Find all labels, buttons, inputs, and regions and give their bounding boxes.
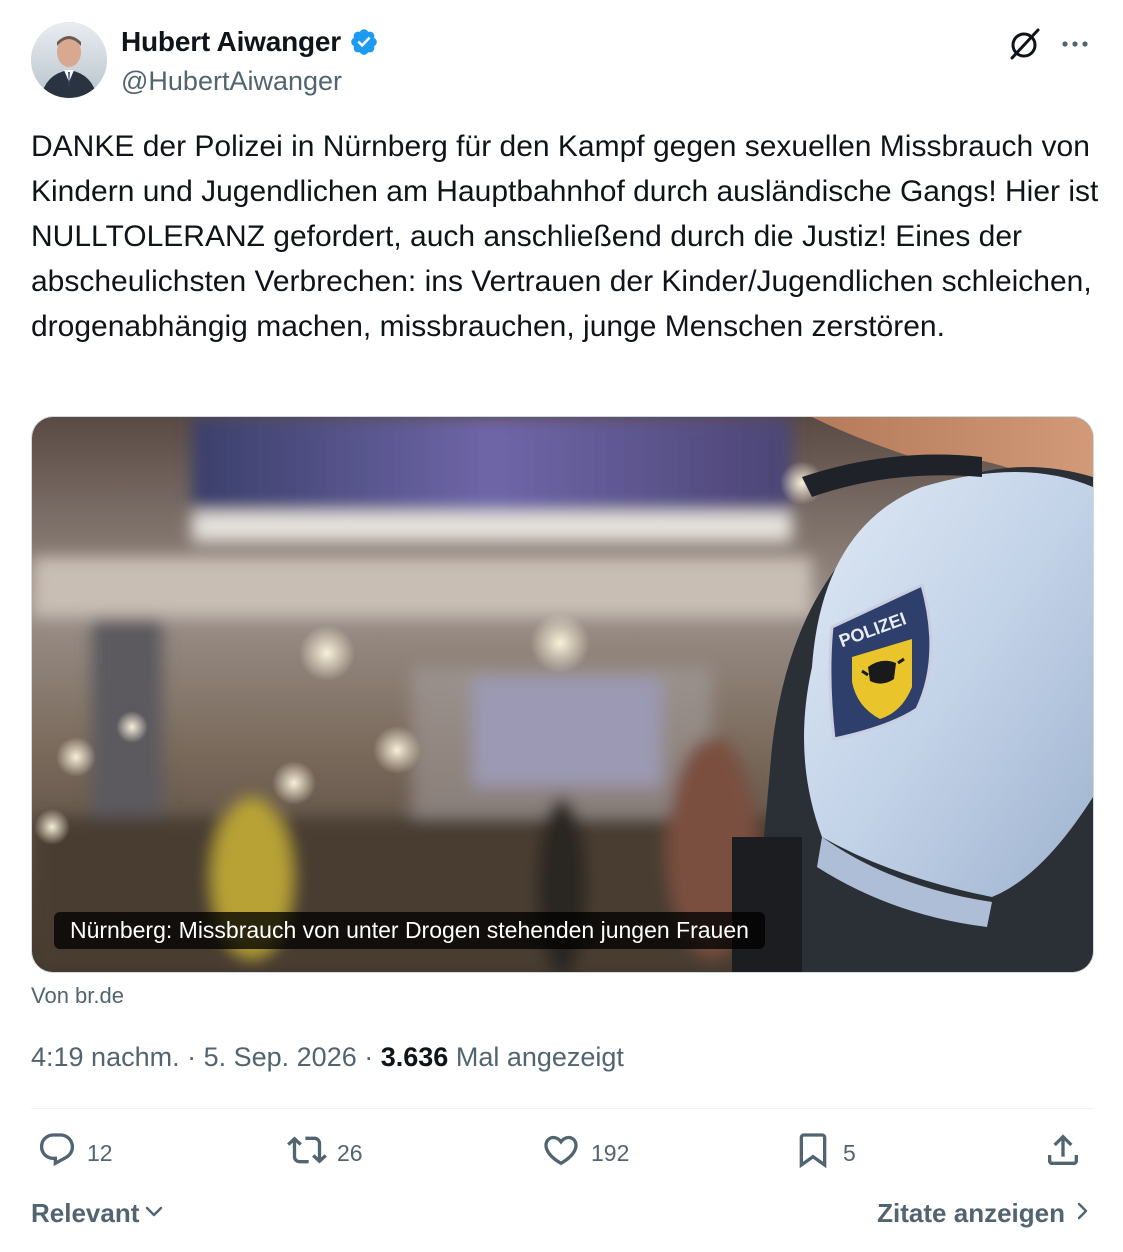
reply-button[interactable]: 12 bbox=[37, 1130, 113, 1176]
card-source[interactable]: Von br.de bbox=[31, 983, 124, 1009]
tweet-time[interactable]: 4:19 nachm. bbox=[31, 1042, 180, 1072]
repost-icon bbox=[287, 1130, 327, 1176]
share-button[interactable] bbox=[1043, 1130, 1083, 1176]
reply-icon bbox=[37, 1130, 77, 1176]
meta-separator: · bbox=[356, 1042, 381, 1072]
heart-icon bbox=[541, 1130, 581, 1176]
link-card[interactable]: POLIZEI Nürnberg: Missbrauch von unter D… bbox=[31, 416, 1094, 973]
reply-count: 12 bbox=[87, 1139, 113, 1166]
repost-button[interactable]: 26 bbox=[287, 1130, 363, 1176]
avatar[interactable] bbox=[31, 22, 107, 98]
grok-icon[interactable] bbox=[1007, 26, 1043, 62]
view-quotes-link[interactable]: Zitate anzeigen bbox=[877, 1198, 1091, 1229]
card-image: POLIZEI bbox=[32, 417, 1093, 972]
action-bar: 12 26 192 5 bbox=[31, 1130, 1093, 1180]
tweet-header: Hubert Aiwanger @HubertAiwanger bbox=[31, 22, 1093, 102]
like-button[interactable]: 192 bbox=[541, 1130, 629, 1176]
repost-count: 26 bbox=[337, 1139, 363, 1166]
bookmark-icon bbox=[793, 1130, 833, 1176]
author-name-row[interactable]: Hubert Aiwanger bbox=[121, 26, 379, 58]
tweet-meta: 4:19 nachm. · 5. Sep. 2026 · 3.636 Mal a… bbox=[31, 1042, 624, 1073]
card-caption: Nürnberg: Missbrauch von unter Drogen st… bbox=[54, 912, 765, 949]
share-icon bbox=[1043, 1130, 1083, 1176]
sort-label: Relevant bbox=[31, 1198, 140, 1228]
verified-badge-icon bbox=[349, 27, 379, 57]
view-count: 3.636 bbox=[380, 1042, 449, 1072]
author-name[interactable]: Hubert Aiwanger bbox=[121, 26, 341, 58]
quotes-label: Zitate anzeigen bbox=[877, 1198, 1065, 1228]
tweet-date[interactable]: 5. Sep. 2026 bbox=[204, 1042, 357, 1072]
like-count: 192 bbox=[591, 1139, 630, 1166]
sort-dropdown[interactable]: Relevant bbox=[31, 1198, 165, 1229]
author-handle[interactable]: @HubertAiwanger bbox=[121, 66, 342, 97]
more-icon[interactable] bbox=[1057, 26, 1093, 62]
bookmark-count: 5 bbox=[843, 1139, 856, 1166]
tweet-text: DANKE der Polizei in Nürnberg für den Ka… bbox=[31, 130, 1099, 343]
meta-separator: · bbox=[179, 1042, 204, 1072]
view-label: Mal angezeigt bbox=[455, 1042, 624, 1072]
chevron-down-icon bbox=[143, 1198, 165, 1229]
divider bbox=[31, 1108, 1093, 1109]
chevron-right-icon bbox=[1073, 1198, 1091, 1229]
bookmark-button[interactable]: 5 bbox=[793, 1130, 856, 1176]
